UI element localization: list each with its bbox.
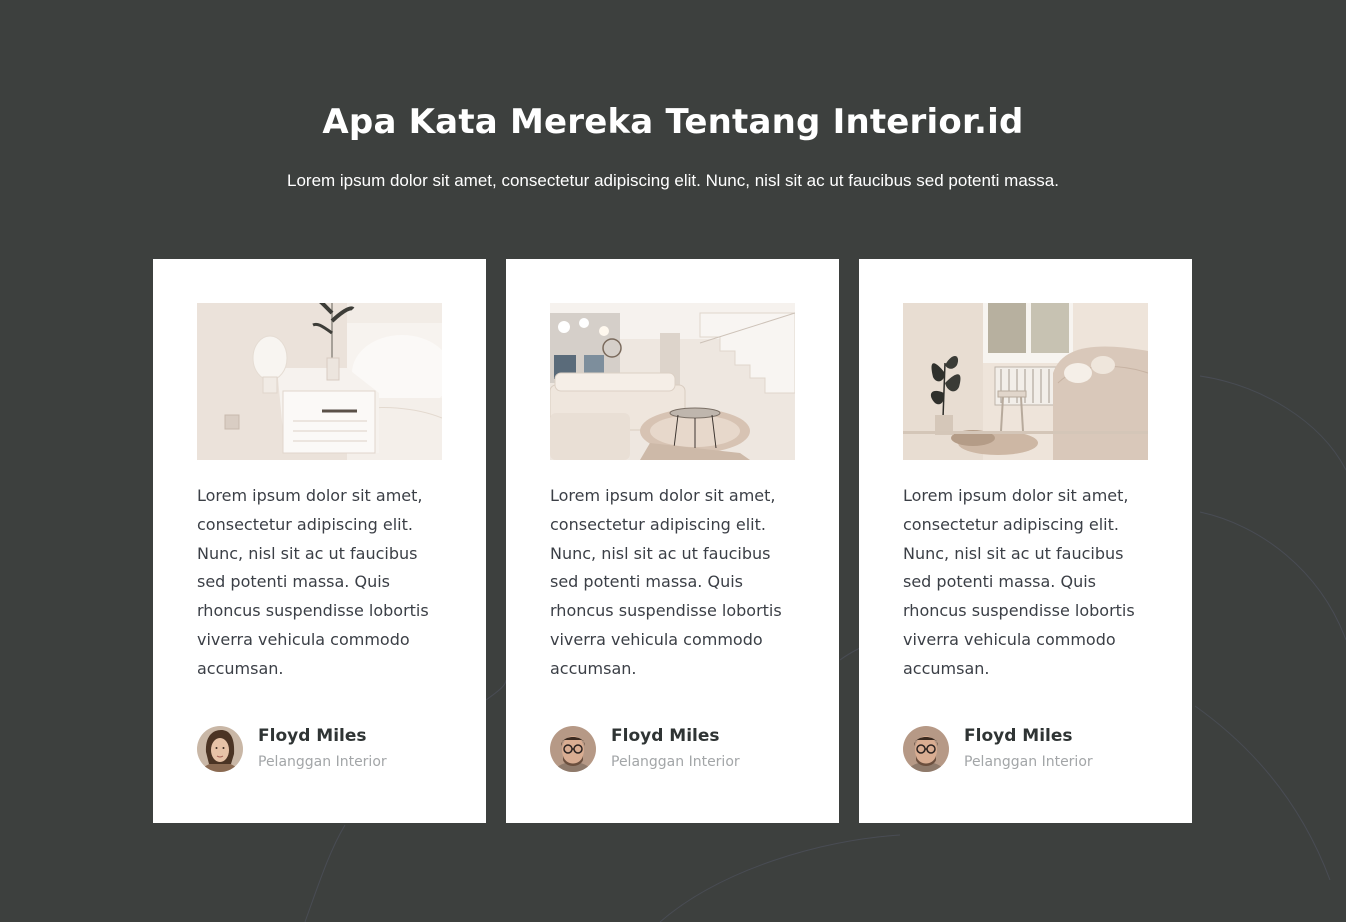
author-role: Pelanggan Interior — [611, 754, 740, 770]
testimonial-cards: Lorem ipsum dolor sit amet, consectetur … — [153, 259, 1192, 823]
bedroom-nightstand-photo — [197, 303, 442, 460]
testimonial-author: Floyd Miles Pelanggan Interior — [197, 725, 387, 772]
cozy-sofa-room-photo — [903, 303, 1148, 460]
author-role: Pelanggan Interior — [258, 754, 387, 770]
author-name: Floyd Miles — [258, 726, 367, 746]
man-glasses-avatar — [550, 725, 596, 772]
woman-avatar — [197, 725, 243, 772]
author-role: Pelanggan Interior — [964, 754, 1093, 770]
testimonial-text: Lorem ipsum dolor sit amet, consectetur … — [197, 486, 429, 678]
testimonial-text: Lorem ipsum dolor sit amet, consectetur … — [550, 486, 782, 678]
section-title: Apa Kata Mereka Tentang Interior.id — [322, 102, 1024, 142]
testimonial-author: Floyd Miles Pelanggan Interior — [550, 725, 740, 772]
testimonial-card: Lorem ipsum dolor sit amet, consectetur … — [859, 259, 1192, 823]
testimonial-text: Lorem ipsum dolor sit amet, consectetur … — [903, 486, 1135, 678]
living-room-stairs-photo — [550, 303, 795, 460]
author-name: Floyd Miles — [964, 726, 1073, 746]
man-glasses-avatar — [903, 725, 949, 772]
testimonial-author: Floyd Miles Pelanggan Interior — [903, 725, 1093, 772]
author-name: Floyd Miles — [611, 726, 720, 746]
testimonial-card: Lorem ipsum dolor sit amet, consectetur … — [153, 259, 486, 823]
section-subtitle: Lorem ipsum dolor sit amet, consectetur … — [287, 171, 1059, 190]
testimonial-card: Lorem ipsum dolor sit amet, consectetur … — [506, 259, 839, 823]
